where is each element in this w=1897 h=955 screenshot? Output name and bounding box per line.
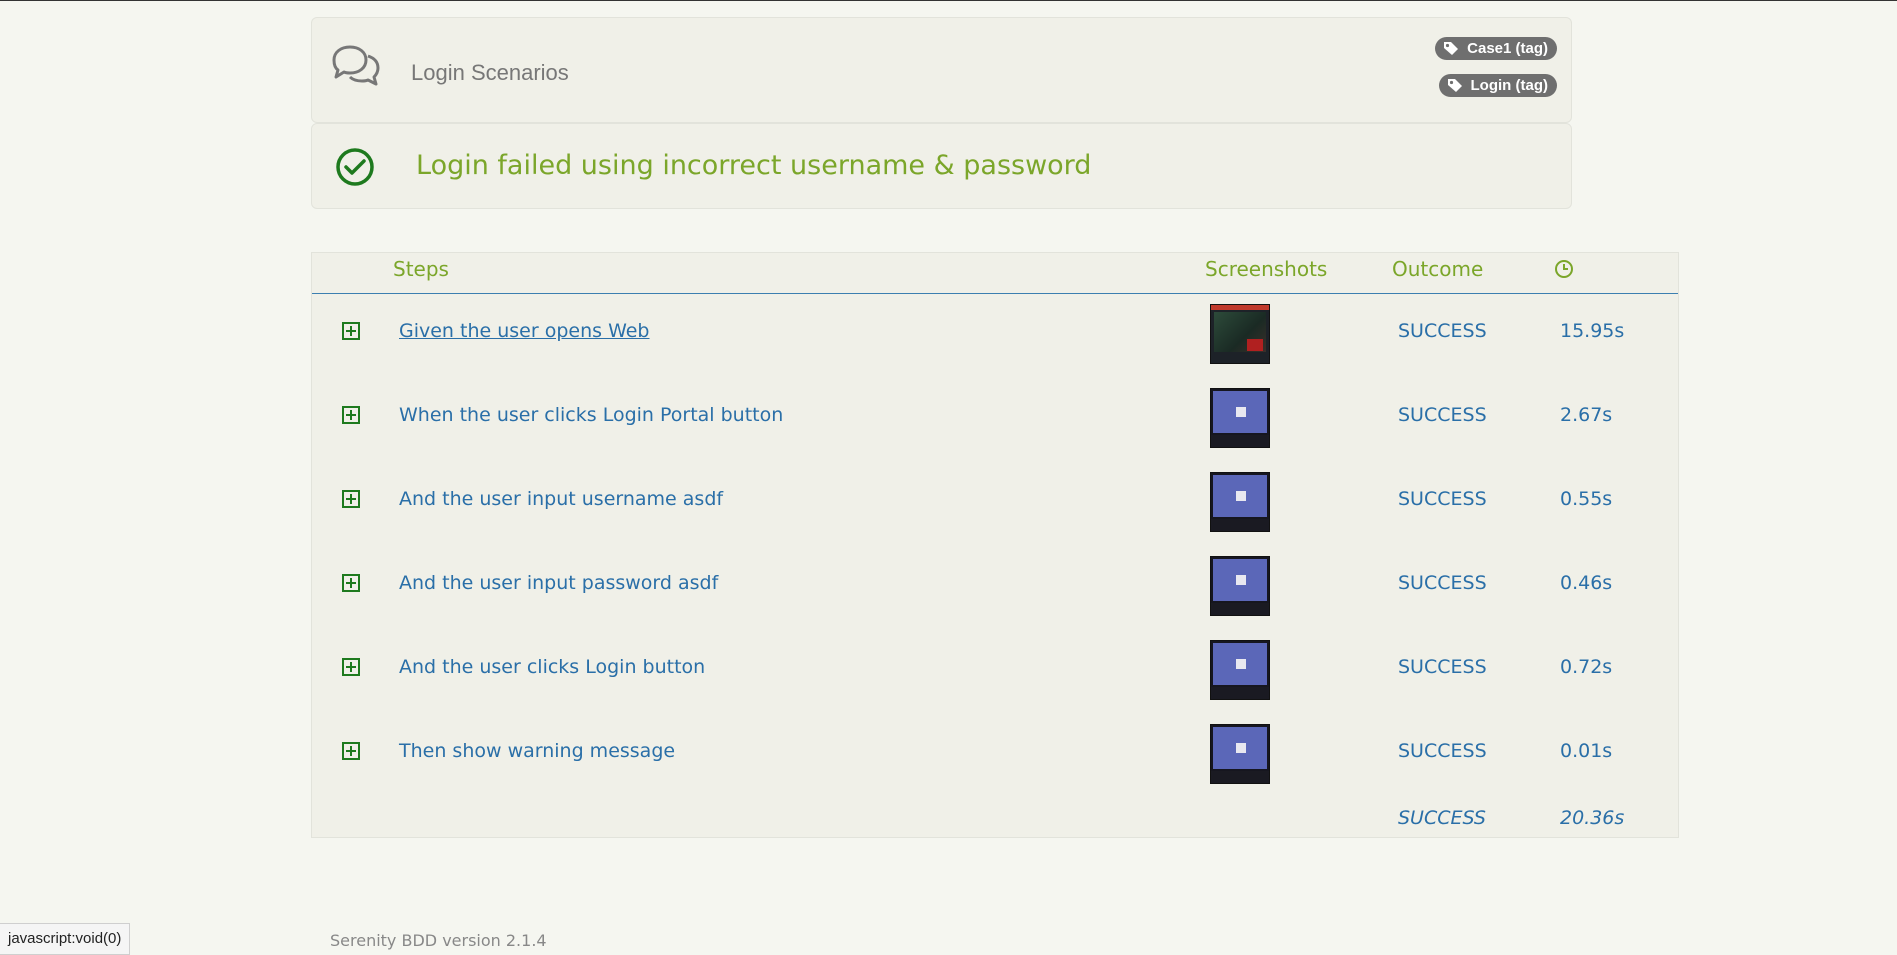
header-screenshots: Screenshots bbox=[1205, 257, 1328, 281]
tag-icon bbox=[1447, 79, 1462, 92]
expand-plus-icon[interactable] bbox=[342, 658, 360, 680]
table-header: Steps Screenshots Outcome bbox=[312, 253, 1678, 294]
step-description[interactable]: And the user input password asdf bbox=[399, 572, 718, 594]
step-outcome: SUCCESS bbox=[1398, 488, 1487, 510]
step-description[interactable]: Then show warning message bbox=[399, 740, 675, 762]
step-duration: 0.01s bbox=[1560, 740, 1613, 762]
screenshot-thumbnail[interactable] bbox=[1210, 556, 1270, 616]
screenshot-thumbnail[interactable] bbox=[1210, 472, 1270, 532]
tag-label: Login (tag) bbox=[1470, 77, 1548, 94]
tag-case1[interactable]: Case1 (tag) bbox=[1435, 37, 1557, 60]
step-description[interactable]: Given the user opens Web bbox=[399, 320, 650, 342]
screenshot-thumbnail[interactable] bbox=[1210, 640, 1270, 700]
screenshot-thumbnail[interactable] bbox=[1210, 724, 1270, 784]
expand-plus-icon[interactable] bbox=[342, 742, 360, 764]
story-panel: Login Scenarios Case1 (tag) Login (tag) bbox=[311, 17, 1572, 123]
tag-icon bbox=[1444, 42, 1459, 55]
table-row: And the user clicks Login button SUCCESS… bbox=[312, 634, 1678, 718]
header-steps: Steps bbox=[393, 257, 449, 281]
scenario-title: Login failed using incorrect username & … bbox=[416, 150, 1092, 181]
step-duration: 2.67s bbox=[1560, 404, 1613, 426]
footer-version: Serenity BDD version 2.1.4 bbox=[330, 931, 547, 950]
header-outcome: Outcome bbox=[1392, 257, 1484, 281]
step-duration: 15.95s bbox=[1560, 320, 1625, 342]
expand-plus-icon[interactable] bbox=[342, 490, 360, 512]
screenshot-thumbnail[interactable] bbox=[1210, 388, 1270, 448]
screenshot-thumbnail[interactable] bbox=[1210, 304, 1270, 364]
status-bar-url: javascript:void(0) bbox=[0, 923, 131, 955]
expand-plus-icon[interactable] bbox=[342, 406, 360, 428]
scenario-panel: Login failed using incorrect username & … bbox=[311, 123, 1572, 209]
table-row: And the user input password asdf SUCCESS… bbox=[312, 550, 1678, 634]
story-title: Login Scenarios bbox=[411, 60, 569, 85]
step-duration: 0.55s bbox=[1560, 488, 1613, 510]
clock-icon bbox=[1554, 259, 1574, 284]
check-circle-icon bbox=[335, 147, 375, 191]
total-duration: 20.36s bbox=[1560, 807, 1625, 829]
tag-label: Case1 (tag) bbox=[1467, 40, 1548, 57]
step-outcome: SUCCESS bbox=[1398, 656, 1487, 678]
comments-icon bbox=[328, 42, 384, 90]
step-outcome: SUCCESS bbox=[1398, 572, 1487, 594]
step-outcome: SUCCESS bbox=[1398, 740, 1487, 762]
expand-plus-icon[interactable] bbox=[342, 322, 360, 344]
table-row: Given the user opens Web SUCCESS 15.95s bbox=[312, 298, 1678, 382]
step-duration: 0.72s bbox=[1560, 656, 1613, 678]
step-outcome: SUCCESS bbox=[1398, 320, 1487, 342]
table-row: And the user input username asdf SUCCESS… bbox=[312, 466, 1678, 550]
step-duration: 0.46s bbox=[1560, 572, 1613, 594]
tag-login[interactable]: Login (tag) bbox=[1438, 74, 1557, 97]
step-outcome: SUCCESS bbox=[1398, 404, 1487, 426]
step-description[interactable]: And the user input username asdf bbox=[399, 488, 723, 510]
step-description[interactable]: When the user clicks Login Portal button bbox=[399, 404, 783, 426]
expand-plus-icon[interactable] bbox=[342, 574, 360, 596]
table-row: When the user clicks Login Portal button… bbox=[312, 382, 1678, 466]
table-total-row: SUCCESS 20.36s bbox=[312, 785, 1678, 835]
steps-table: Steps Screenshots Outcome Given the user… bbox=[311, 252, 1679, 838]
step-description[interactable]: And the user clicks Login button bbox=[399, 656, 705, 678]
total-outcome: SUCCESS bbox=[1398, 807, 1486, 829]
